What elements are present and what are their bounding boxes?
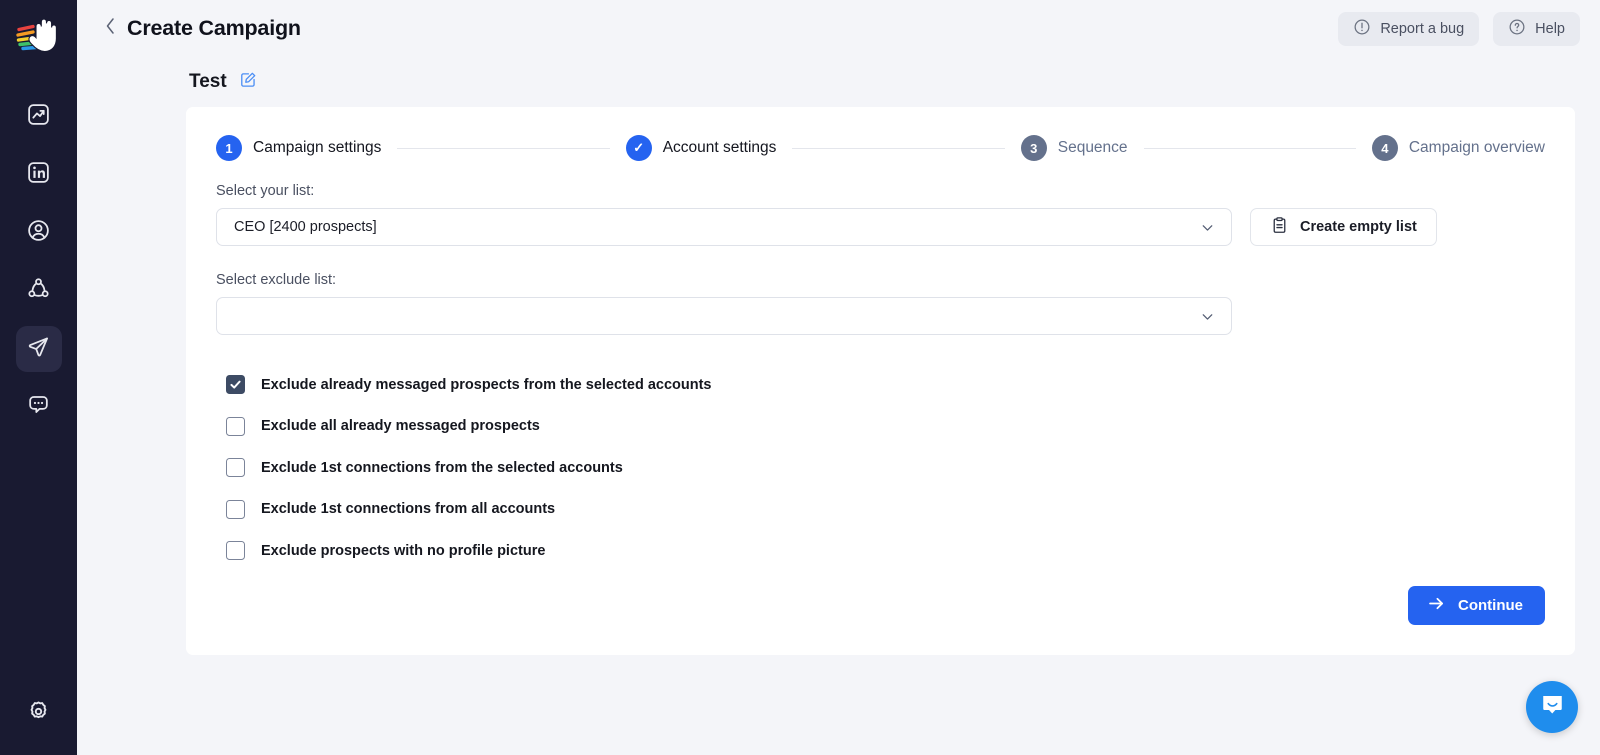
checkbox-label-exclude-1st-all: Exclude 1st connections from all account…: [261, 501, 556, 518]
clipboard-icon: [1270, 216, 1289, 239]
sidebar-item-account[interactable]: [16, 210, 62, 256]
checkbox-row-exclude-messaged-selected[interactable]: Exclude already messaged prospects from …: [216, 364, 1545, 406]
step-account-settings[interactable]: ✓ Account settings: [625, 135, 777, 161]
help-label: Help: [1535, 20, 1565, 37]
step-badge-1: 1: [216, 135, 242, 161]
checkbox-exclude-all-messaged[interactable]: [226, 416, 245, 436]
report-bug-label: Report a bug: [1380, 20, 1465, 37]
linkedin-icon: [26, 160, 51, 190]
checkbox-label-exclude-1st-selected: Exclude 1st connections from the selecte…: [261, 459, 623, 476]
step-connector-3: [1143, 147, 1356, 149]
list-select-value: CEO [2400 prospects]: [234, 219, 377, 235]
analytics-chart-icon: [26, 102, 51, 132]
chevron-down-icon: [1199, 219, 1216, 236]
back-button[interactable]: [99, 14, 121, 44]
chevron-left-icon: [104, 16, 117, 41]
topbar-actions: Report a bug Help: [1338, 11, 1580, 46]
checkbox-exclude-1st-selected[interactable]: [226, 458, 245, 478]
page-title: Create Campaign: [127, 16, 301, 40]
sidebar-item-settings[interactable]: [16, 691, 62, 737]
network-nodes-icon: [26, 276, 51, 306]
question-circle-icon: [1508, 18, 1526, 40]
checkbox-label-exclude-all-messaged: Exclude all already messaged prospects: [261, 418, 540, 435]
main-area: Create Campaign Report a bug Help Test 1…: [77, 0, 1600, 755]
checkbox-label-exclude-messaged-selected: Exclude already messaged prospects from …: [261, 376, 712, 393]
intercom-chat-icon: [1539, 691, 1566, 723]
checkbox-exclude-messaged-selected[interactable]: [226, 375, 245, 395]
step-campaign-settings[interactable]: 1 Campaign settings: [216, 135, 381, 161]
create-empty-list-label: Create empty list: [1300, 219, 1417, 235]
continue-button[interactable]: Continue: [1408, 586, 1545, 625]
report-bug-button[interactable]: Report a bug: [1338, 11, 1480, 46]
campaign-settings-card: 1 Campaign settings ✓ Account settings 3…: [186, 107, 1575, 655]
sidebar: [0, 0, 77, 755]
topbar: Create Campaign Report a bug Help: [77, 0, 1600, 57]
list-select[interactable]: CEO [2400 prospects]: [216, 208, 1232, 246]
step-badge-3: 3: [1020, 135, 1047, 161]
step-label-4: Campaign overview: [1408, 139, 1545, 156]
checkbox-row-exclude-no-picture[interactable]: Exclude prospects with no profile pictur…: [216, 530, 1545, 572]
step-label-1: Campaign settings: [253, 139, 382, 156]
exclusion-options: Exclude already messaged prospects from …: [216, 364, 1545, 572]
checkbox-row-exclude-all-messaged[interactable]: Exclude all already messaged prospects: [216, 406, 1545, 448]
select-list-row: CEO [2400 prospects] Create empty list: [216, 208, 1545, 246]
select-exclude-list-label: Select exclude list:: [216, 272, 337, 288]
sidebar-item-network[interactable]: [16, 268, 62, 314]
arrow-right-icon: [1427, 594, 1446, 617]
chat-bubble-dots-icon: [26, 392, 51, 422]
sidebar-item-linkedin[interactable]: [16, 152, 62, 198]
step-label-3: Sequence: [1057, 139, 1128, 156]
sidebar-item-campaigns[interactable]: [15, 326, 62, 372]
edit-campaign-name-button[interactable]: [239, 71, 257, 94]
step-badge-4: 4: [1371, 135, 1398, 161]
content-wrapper: 1 Campaign settings ✓ Account settings 3…: [77, 107, 1600, 755]
user-circle-icon: [26, 218, 51, 248]
edit-pencil-icon: [239, 71, 257, 94]
exclamation-circle-icon: [1353, 18, 1371, 40]
campaign-name: Test: [189, 71, 227, 92]
checkbox-label-exclude-no-picture: Exclude prospects with no profile pictur…: [261, 542, 546, 559]
checkbox-row-exclude-1st-selected[interactable]: Exclude 1st connections from the selecte…: [216, 447, 1545, 489]
step-connector-1: [397, 147, 610, 149]
gear-icon: [26, 699, 51, 729]
create-empty-list-button[interactable]: Create empty list: [1250, 208, 1437, 246]
intercom-chat-launcher[interactable]: [1526, 681, 1578, 733]
sidebar-item-inbox[interactable]: [16, 384, 62, 430]
waving-hand-logo[interactable]: [13, 12, 65, 58]
select-list-label: Select your list:: [216, 183, 315, 199]
send-plane-icon: [26, 334, 51, 364]
step-badge-2: ✓: [625, 135, 652, 161]
step-campaign-overview[interactable]: 4 Campaign overview: [1371, 135, 1545, 161]
chevron-down-icon: [1199, 308, 1216, 325]
card-footer: Continue: [1408, 586, 1545, 625]
continue-label: Continue: [1458, 597, 1523, 614]
step-label-2: Account settings: [662, 139, 777, 156]
campaign-stepper: 1 Campaign settings ✓ Account settings 3…: [216, 107, 1545, 183]
sidebar-item-analytics[interactable]: [16, 94, 62, 140]
step-connector-2: [792, 147, 1005, 149]
checkbox-exclude-1st-all[interactable]: [226, 499, 245, 519]
campaign-name-row: Test: [77, 57, 1600, 107]
checkbox-row-exclude-1st-all[interactable]: Exclude 1st connections from all account…: [216, 489, 1545, 531]
checkbox-exclude-no-picture[interactable]: [226, 541, 245, 561]
exclude-list-select[interactable]: [216, 297, 1232, 335]
help-button[interactable]: Help: [1493, 11, 1580, 46]
app-root: Create Campaign Report a bug Help Test 1…: [0, 0, 1600, 755]
step-sequence[interactable]: 3 Sequence: [1020, 135, 1128, 161]
sidebar-nav: [15, 94, 62, 430]
